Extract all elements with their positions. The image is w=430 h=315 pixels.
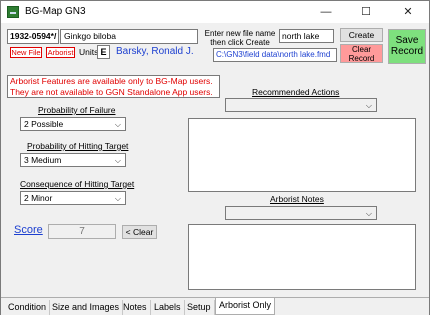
maximize-button[interactable]: ☐ <box>351 1 381 23</box>
app-window: BG-Map GN3 — ☐ ✕ 1932-0594*/ Ginkgo bilo… <box>0 0 430 315</box>
prob-failure-label: Probability of Failure <box>38 105 116 115</box>
accession-field[interactable]: 1932-0594*/ <box>7 29 59 44</box>
close-button[interactable]: ✕ <box>393 1 423 23</box>
tab-condition[interactable]: Condition <box>5 300 51 315</box>
user-name: Barsky, Ronald J. <box>116 46 194 57</box>
prob-hitting-select[interactable]: 3 Medium ⌵ <box>20 153 126 167</box>
prob-failure-select[interactable]: 2 Possible ⌵ <box>20 117 126 131</box>
create-file-button[interactable]: Create File <box>340 28 383 52</box>
plant-name-field[interactable]: Ginkgo biloba <box>60 29 198 44</box>
save-record-button[interactable]: Save Record <box>388 29 426 64</box>
recommended-actions-label: Recommended Actions <box>252 87 340 97</box>
warning-line-2: They are not available to GGN Standalone… <box>10 86 213 97</box>
arborist-notes-label: Arborist Notes <box>270 194 324 204</box>
file-path-field: C:\GN3\field data\north lake.fmd <box>213 48 337 62</box>
recommended-actions-textarea[interactable] <box>188 118 416 192</box>
consequence-value: 2 Minor <box>24 193 53 203</box>
tab-setup[interactable]: Setup <box>184 300 215 315</box>
tab-labels[interactable]: Labels <box>151 300 185 315</box>
warning-line-1: Arborist Features are available only to … <box>10 76 213 86</box>
new-file-name-input[interactable]: north lake <box>279 29 334 43</box>
chevron-down-icon: ⌵ <box>114 156 121 165</box>
chevron-down-icon: ⌵ <box>114 194 121 203</box>
clear-record-button[interactable]: Clear Record <box>340 44 383 63</box>
tab-size-and-images[interactable]: Size and Images <box>49 300 124 315</box>
prob-failure-value: 2 Possible <box>24 119 64 129</box>
prob-hitting-value: 3 Medium <box>24 155 62 165</box>
chevron-down-icon: ⌵ <box>114 120 121 129</box>
chevron-down-icon: ⌵ <box>365 101 372 110</box>
new-file-prompt: Enter new file name then click Create <box>204 29 276 47</box>
chevron-down-icon: ⌵ <box>365 209 372 218</box>
title-bar: BG-Map GN3 — ☐ ✕ <box>1 1 429 23</box>
recommended-actions-select[interactable]: ⌵ <box>225 98 377 112</box>
new-file-button[interactable]: New File <box>10 47 42 58</box>
tab-bar: Condition Size and Images Notes Labels S… <box>1 297 429 315</box>
arborist-notes-textarea[interactable] <box>188 224 416 290</box>
warning-box: Arborist Features are available only to … <box>7 75 220 98</box>
arborist-button[interactable]: Arborist <box>46 47 75 58</box>
minimize-button[interactable]: — <box>311 1 341 23</box>
consequence-select[interactable]: 2 Minor ⌵ <box>20 191 126 205</box>
window-title: BG-Map GN3 <box>25 6 86 17</box>
units-label: Units <box>79 47 99 57</box>
prob-hitting-label: Probability of Hitting Target <box>27 141 129 151</box>
units-field[interactable]: E <box>97 45 110 59</box>
tab-notes[interactable]: Notes <box>120 300 151 315</box>
app-icon <box>7 6 19 18</box>
score-field: 7 <box>48 224 116 239</box>
clear-score-button[interactable]: < Clear <box>122 225 157 239</box>
score-label: Score <box>14 224 43 236</box>
arborist-notes-select[interactable]: ⌵ <box>225 206 377 220</box>
consequence-label: Consequence of Hitting Target <box>20 179 135 189</box>
tab-arborist-only[interactable]: Arborist Only <box>215 298 276 315</box>
